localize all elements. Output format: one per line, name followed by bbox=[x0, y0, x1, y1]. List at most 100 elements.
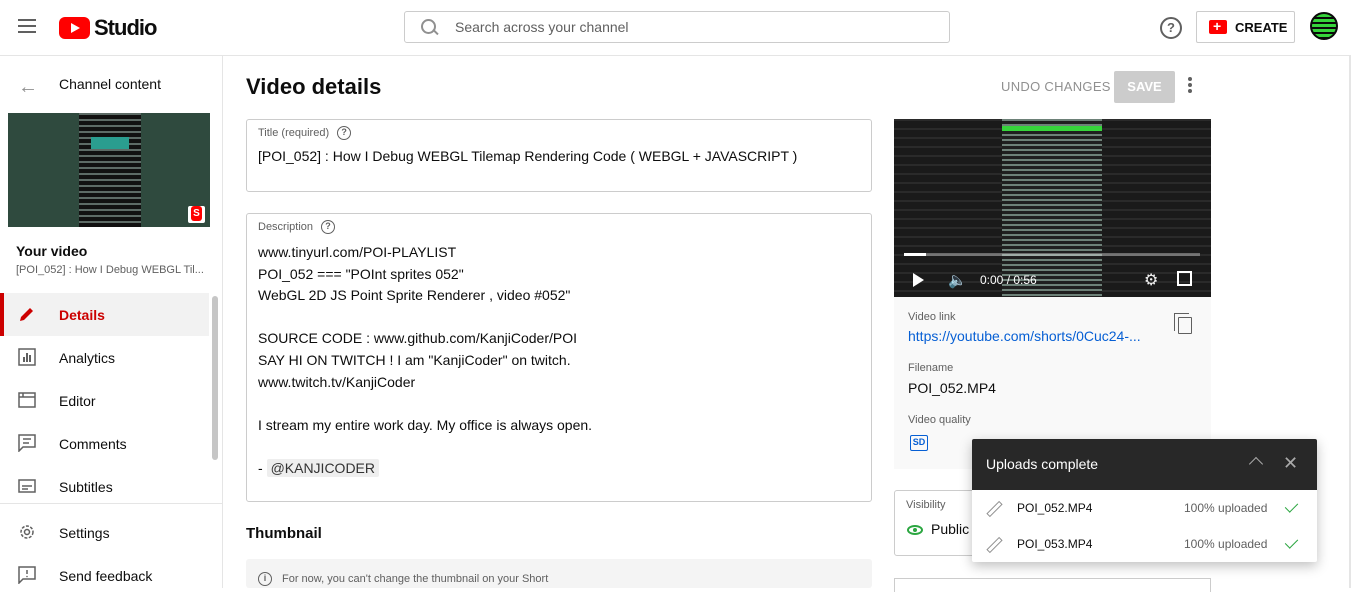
chevron-up-icon[interactable] bbox=[1248, 456, 1264, 472]
eye-icon bbox=[907, 525, 923, 535]
signature-prefix: - bbox=[258, 459, 267, 476]
avatar[interactable] bbox=[1310, 12, 1338, 40]
fullscreen-icon[interactable] bbox=[1177, 271, 1192, 286]
comments-icon bbox=[18, 434, 36, 452]
toast-title: Uploads complete bbox=[986, 456, 1099, 472]
shorts-icon bbox=[188, 206, 205, 223]
play-icon[interactable] bbox=[913, 273, 924, 287]
menu-icon[interactable] bbox=[18, 19, 36, 33]
video-time: 0:00 / 0:56 bbox=[980, 273, 1037, 287]
upload-row[interactable]: POI_053.MP4 100% uploaded bbox=[972, 526, 1317, 562]
toast-header: Uploads complete ✕ bbox=[972, 439, 1317, 490]
sidebar-item-label: Editor bbox=[59, 392, 96, 409]
description-field[interactable]: Description ? www.tinyurl.com/POI-PLAYLI… bbox=[246, 213, 872, 502]
channel-handle-link[interactable]: @KANJICODER bbox=[266, 458, 380, 477]
pencil-icon[interactable] bbox=[987, 537, 1001, 551]
upload-status: 100% uploaded bbox=[1184, 537, 1268, 551]
thumbnail-note-text: For now, you can't change the thumbnail … bbox=[282, 573, 549, 585]
description-line: POI_052 === "POInt sprites 052" bbox=[258, 265, 464, 282]
sidebar-video-title: [POI_052] : How I Debug WEBGL Til... bbox=[16, 264, 204, 276]
copy-icon[interactable] bbox=[1174, 313, 1192, 334]
back-label: Channel content bbox=[59, 76, 161, 92]
upload-filename: POI_052.MP4 bbox=[1017, 501, 1093, 515]
sidebar-item-label: Subtitles bbox=[59, 478, 113, 495]
pencil-icon[interactable] bbox=[987, 501, 1001, 515]
undo-changes-button[interactable]: UNDO CHANGES bbox=[1001, 79, 1111, 94]
visibility-label: Visibility bbox=[906, 499, 946, 511]
video-progress-bar[interactable] bbox=[904, 253, 1200, 256]
sidebar-item-editor[interactable]: Editor bbox=[0, 379, 209, 422]
page-title: Video details bbox=[246, 74, 382, 99]
description-signature: - @KANJICODER bbox=[258, 458, 592, 480]
video-preview-player[interactable]: 🔈 0:00 / 0:56 ⚙ bbox=[894, 119, 1211, 297]
gear-icon bbox=[20, 525, 34, 539]
video-quality-label: Video quality bbox=[908, 414, 971, 426]
title-label-text: Title (required) bbox=[258, 127, 330, 139]
sd-quality-icon: SD bbox=[910, 435, 928, 451]
sidebar-item-send-feedback[interactable]: Send feedback bbox=[0, 554, 209, 597]
sidebar-item-label: Details bbox=[59, 306, 105, 323]
create-video-icon bbox=[1209, 18, 1227, 34]
video-link[interactable]: https://youtube.com/shorts/0Cuc24-... bbox=[908, 328, 1158, 344]
sidebar-item-label: Comments bbox=[59, 435, 127, 452]
description-line: WebGL 2D JS Point Sprite Renderer , vide… bbox=[258, 287, 571, 304]
sidebar-item-details[interactable]: Details bbox=[0, 293, 209, 336]
thumbnail-note: i For now, you can't change the thumbnai… bbox=[246, 559, 872, 588]
info-icon: i bbox=[258, 572, 272, 586]
feedback-icon bbox=[18, 566, 36, 584]
upload-filename: POI_053.MP4 bbox=[1017, 537, 1093, 551]
create-button[interactable]: CREATE bbox=[1196, 11, 1295, 43]
create-label: CREATE bbox=[1235, 19, 1288, 35]
help-icon[interactable]: ? bbox=[337, 126, 352, 140]
help-icon[interactable]: ? bbox=[321, 220, 336, 234]
editor-icon bbox=[18, 392, 36, 408]
volume-icon[interactable]: 🔈 bbox=[948, 271, 967, 289]
more-options-icon[interactable] bbox=[1188, 77, 1194, 97]
settings-gear-icon[interactable]: ⚙ bbox=[1144, 270, 1158, 290]
sidebar-item-analytics[interactable]: Analytics bbox=[0, 336, 209, 379]
upload-status: 100% uploaded bbox=[1184, 501, 1268, 515]
filename-value: POI_052.MP4 bbox=[908, 380, 996, 396]
sidebar-scrollbar[interactable] bbox=[212, 296, 218, 460]
video-thumbnail[interactable] bbox=[8, 113, 210, 227]
restrictions-box[interactable] bbox=[894, 578, 1211, 592]
upload-row[interactable]: POI_052.MP4 100% uploaded bbox=[972, 490, 1317, 526]
sidebar-item-comments[interactable]: Comments bbox=[0, 422, 209, 465]
close-icon[interactable]: ✕ bbox=[1283, 453, 1298, 474]
checkmark-icon bbox=[1284, 499, 1299, 513]
description-field-label: Description ? bbox=[258, 220, 336, 234]
video-frame bbox=[894, 119, 1211, 297]
description-line bbox=[258, 436, 592, 458]
thumbnail-image bbox=[79, 113, 141, 227]
sidebar-item-settings[interactable]: Settings bbox=[0, 511, 209, 554]
top-bar: Studio ? CREATE bbox=[0, 0, 1351, 56]
description-line: SOURCE CODE : www.github.com/KanjiCoder/… bbox=[258, 330, 577, 347]
save-button[interactable]: SAVE bbox=[1114, 71, 1175, 103]
arrow-left-icon[interactable]: ← bbox=[18, 76, 38, 99]
analytics-icon bbox=[18, 348, 36, 366]
back-to-channel-content[interactable]: ← Channel content bbox=[0, 56, 223, 112]
search-input[interactable] bbox=[455, 19, 935, 35]
studio-logo[interactable]: Studio bbox=[59, 15, 157, 41]
search-icon bbox=[419, 17, 439, 37]
title-field[interactable]: Title (required) ? [POI_052] : How I Deb… bbox=[246, 119, 872, 192]
title-input[interactable]: [POI_052] : How I Debug WEBGL Tilemap Re… bbox=[258, 148, 797, 164]
sidebar-item-subtitles[interactable]: Subtitles bbox=[0, 465, 209, 508]
filename-label: Filename bbox=[908, 362, 954, 374]
sidebar: ← Channel content Your video [POI_052] :… bbox=[0, 56, 223, 588]
description-line: www.twitch.tv/KanjiCoder bbox=[258, 373, 416, 390]
description-line bbox=[258, 307, 592, 329]
thumbnail-heading: Thumbnail bbox=[246, 525, 322, 542]
checkmark-icon bbox=[1284, 535, 1299, 549]
pencil-icon bbox=[20, 308, 33, 321]
description-line: SAY HI ON TWITCH ! I am "KanjiCoder" on … bbox=[258, 351, 571, 368]
uploads-toast: Uploads complete ✕ POI_052.MP4 100% uplo… bbox=[972, 439, 1317, 562]
search-box[interactable] bbox=[404, 11, 950, 43]
help-icon[interactable]: ? bbox=[1160, 17, 1182, 39]
description-input[interactable]: www.tinyurl.com/POI-PLAYLIST POI_052 ===… bbox=[258, 242, 592, 480]
description-line: www.tinyurl.com/POI-PLAYLIST bbox=[258, 244, 457, 260]
sidebar-item-label: Send feedback bbox=[59, 567, 153, 584]
youtube-play-icon bbox=[59, 17, 90, 39]
logo-text: Studio bbox=[94, 15, 157, 40]
sidebar-divider bbox=[0, 503, 223, 504]
